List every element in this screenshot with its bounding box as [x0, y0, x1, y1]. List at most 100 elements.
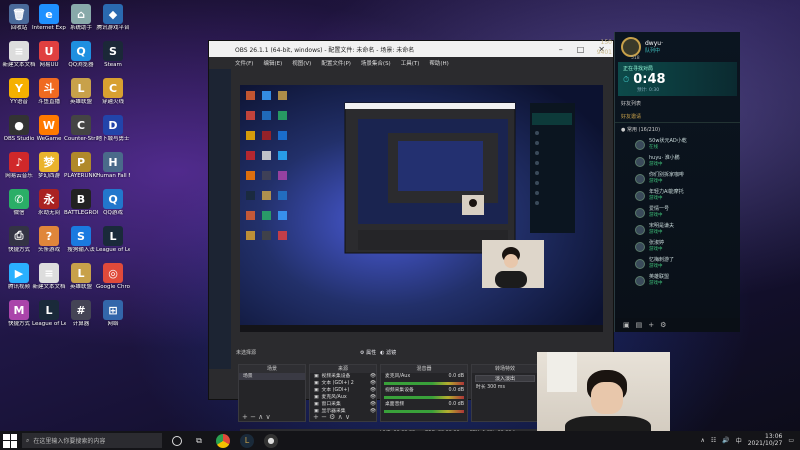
visibility-icon[interactable]: 👁 — [370, 380, 376, 387]
desktop-icon[interactable]: ⌂ 系统助手 — [64, 4, 98, 38]
obs-menu-item[interactable]: 场景集合(S) — [361, 59, 391, 67]
source-item[interactable]: ▣ 麦克风/Aux 👁 — [310, 394, 376, 401]
lock-icon[interactable]: ▤ — [636, 321, 643, 329]
clock[interactable]: 13:06 2021/10/27 — [748, 433, 783, 447]
obs-menu-item[interactable]: 文件(F) — [235, 59, 253, 67]
obs-taskbar-icon[interactable]: ● — [264, 433, 278, 448]
friend-item[interactable]: 你们别拆家咖啡 游戏中 — [615, 170, 740, 187]
friend-item[interactable]: 英雄联盟 游戏中 — [615, 272, 740, 289]
transition-duration[interactable]: 时长 300 ms — [472, 384, 538, 391]
source-item[interactable]: ▣ 视频采集设备 👁 — [310, 373, 376, 380]
volume-meter[interactable] — [384, 410, 464, 413]
desktop-icon[interactable]: S Steam — [96, 41, 130, 75]
source-item[interactable]: ▣ 文本 (GDI+) 2 👁 — [310, 380, 376, 387]
search-box[interactable]: ⌕ 在这里输入你要搜索的内容 — [22, 433, 162, 448]
source-item[interactable]: ▣ 文本 (GDI+) 👁 — [310, 387, 376, 394]
desktop-icon[interactable]: eInternet Explorer — [32, 4, 66, 38]
scene-item[interactable]: 场景 — [239, 373, 305, 380]
friends-group[interactable]: ● 常用 (16/210) — [615, 123, 740, 136]
desktop-icons: 🗑回收站eInternet Explorer⌂系统助手◆腾讯游戏平台 ≡新建文本文… — [0, 0, 160, 420]
cortana-icon[interactable] — [172, 435, 182, 446]
tray-chevron-icon[interactable]: ∧ — [700, 437, 704, 444]
obs-menu-item[interactable]: 工具(T) — [401, 59, 420, 67]
desktop-icon[interactable]: ⊞ 网络 — [96, 300, 130, 334]
add-friend-icon[interactable]: + — [648, 321, 654, 329]
volume-icon[interactable]: 🔊 — [722, 437, 729, 444]
obs-preview[interactable] — [240, 85, 603, 332]
properties-button[interactable]: ⚙ 属性 — [360, 349, 376, 356]
friend-item[interactable]: 50w状元AD小乾 在线 — [615, 136, 740, 153]
desktop-icon[interactable]: M 快捷方式 — [2, 300, 36, 334]
windows-start-icon[interactable] — [3, 433, 17, 448]
obs-menu-item[interactable]: 编辑(E) — [263, 59, 282, 67]
obs-menu-item[interactable]: 帮助(H) — [429, 59, 448, 67]
desktop-icon[interactable]: Q QQ浏览器 — [64, 41, 98, 75]
desktop-icon[interactable]: ▶ 腾讯视频 — [2, 263, 36, 297]
desktop-icon[interactable]: Y YY语音 — [2, 78, 36, 112]
desktop-icon[interactable]: 🗑 回收站 — [2, 4, 36, 38]
desktop-icon[interactable]: CCounter-Strike — [64, 115, 98, 149]
obs-titlebar[interactable]: OBS 26.1.1 (64-bit, windows) - 配置文件: 未命名… — [209, 41, 613, 57]
settings-icon[interactable]: ⚙ — [660, 321, 666, 329]
desktop-icon[interactable]: ⎙ 快捷方式 — [2, 226, 36, 260]
desktop-icon[interactable]: W WeGame — [32, 115, 66, 149]
desktop-icon[interactable]: ● OBS Studio — [2, 115, 36, 149]
profile-header[interactable]: dwyu· 队列中 518 — [615, 32, 740, 62]
friend-item[interactable]: 忆梅刺游了 游戏中 — [615, 255, 740, 272]
notification-icon[interactable]: ▭ — [788, 437, 794, 444]
volume-meter[interactable] — [384, 382, 464, 385]
minimize-icon[interactable]: – — [559, 45, 563, 54]
obs-menu-item[interactable]: 配置文件(P) — [321, 59, 351, 67]
obs-menu-item[interactable]: 视图(V) — [292, 59, 311, 67]
desktop-icon[interactable]: ✆ 微信 — [2, 189, 36, 223]
desktop-icon[interactable]: ◆ 腾讯游戏平台 — [96, 4, 130, 38]
desktop-icon[interactable]: ≡ 新建文本文档 — [2, 41, 36, 75]
transition-select[interactable]: 淡入淡出 — [475, 375, 535, 382]
friend-item[interactable]: 爱情一号 游戏中 — [615, 204, 740, 221]
desktop-icon[interactable]: LLeague of Legends — [96, 226, 130, 260]
source-type-icon: ▣ — [314, 395, 319, 400]
desktop-icon[interactable]: 斗斗鱼直播 — [32, 78, 66, 112]
desktop-icon[interactable]: 永永劫无间 — [32, 189, 66, 223]
desktop-icon[interactable]: HHuman Fall Flat — [96, 152, 130, 186]
chrome-icon[interactable] — [216, 433, 230, 448]
desktop-icon[interactable]: # 计算器 — [64, 300, 98, 334]
chat-icon[interactable]: ▣ — [623, 321, 630, 329]
source-item[interactable]: ▣ 窗口采集 👁 — [310, 401, 376, 408]
visibility-icon[interactable]: 👁 — [370, 401, 376, 408]
ime-icon[interactable]: 中 — [736, 436, 742, 445]
desktop-icon[interactable]: C 穿越火线 — [96, 78, 130, 112]
task-view-icon[interactable]: ⧉ — [192, 434, 206, 448]
filters-button[interactable]: ◐ 滤镜 — [380, 349, 396, 356]
friend-item[interactable]: 张淑婷 游戏中 — [615, 238, 740, 255]
visibility-icon[interactable]: 👁 — [370, 394, 376, 401]
obs-window[interactable]: OBS 26.1.1 (64-bit, windows) - 配置文件: 未命名… — [208, 40, 615, 438]
friend-invites[interactable]: 好友邀请 — [615, 111, 740, 123]
friend-item[interactable]: huyu· 淮小鹏 游戏中 — [615, 153, 740, 170]
visibility-icon[interactable]: 👁 — [370, 387, 376, 394]
app-icon: M — [9, 300, 29, 320]
network-icon[interactable]: ☷ — [711, 437, 716, 444]
desktop-icon[interactable]: Q QQ游戏 — [96, 189, 130, 223]
desktop-icon[interactable]: ♪ 网易云音乐 — [2, 152, 36, 186]
desktop-icon[interactable]: L 英雄联盟 — [64, 78, 98, 112]
friend-item[interactable]: 宋明是谦夫 游戏中 — [615, 221, 740, 238]
league-client-icon[interactable]: L — [240, 433, 254, 448]
desktop-icon[interactable]: D 地下城与勇士 — [96, 115, 130, 149]
desktop-icon[interactable]: ? 头条游戏 — [32, 226, 66, 260]
source-name: 文本 (GDI+) — [321, 388, 350, 393]
volume-meter[interactable] — [384, 396, 464, 399]
visibility-icon[interactable]: 👁 — [370, 373, 376, 380]
desktop-icon[interactable]: ≡ 新建文本文档 — [32, 263, 66, 297]
desktop-icon[interactable]: ◎Google Chrome — [96, 263, 130, 297]
desktop-icon[interactable]: S 搜狗输入法 — [64, 226, 98, 260]
desktop-icon[interactable]: L 英雄联盟 — [64, 263, 98, 297]
desktop-icon[interactable]: LLeague of Legends — [32, 300, 66, 334]
desktop-icon[interactable]: U 网易UU — [32, 41, 66, 75]
desktop-icon[interactable]: BBATTLEGROUNDS — [64, 189, 98, 223]
desktop-icon[interactable]: 梦梦幻西游 — [32, 152, 66, 186]
queue-card[interactable]: 正在寻找对局 ⏱ 0:48 预计: 0:30 — [618, 62, 737, 96]
avatar[interactable] — [621, 37, 641, 57]
desktop-icon[interactable]: PPLAYERUNKNOWN'S — [64, 152, 98, 186]
friend-item[interactable]: 年轻力Al能摩托 游戏中 — [615, 187, 740, 204]
